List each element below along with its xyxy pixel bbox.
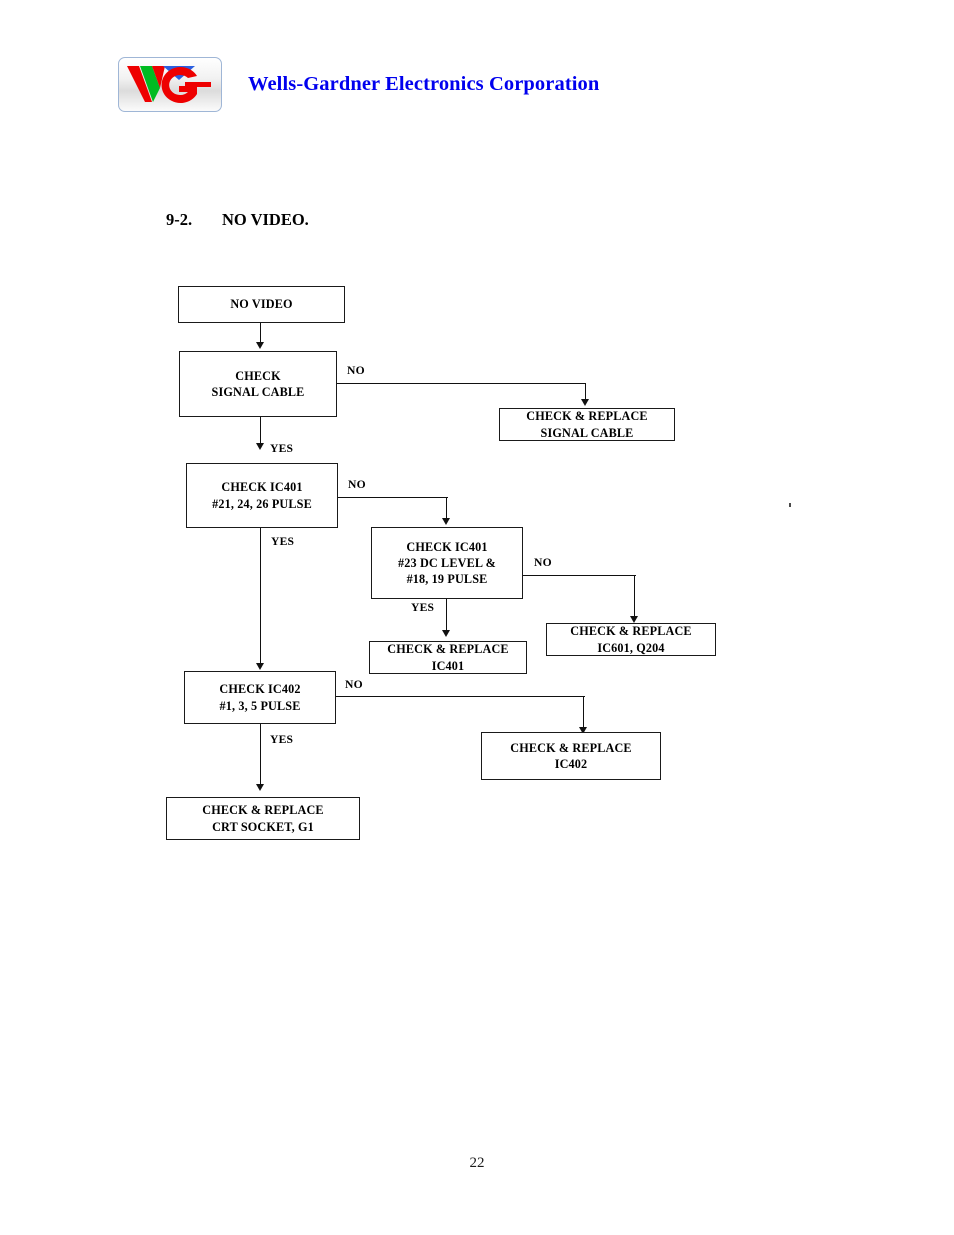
flow-node-replace-ic401-line-1: CHECK & REPLACE [387, 642, 509, 657]
flow-node-start: NO VIDEO [178, 286, 345, 323]
edge-label-check-cable-yes: YES [270, 442, 294, 455]
edge-ic401b-yes [446, 599, 448, 633]
edge-ic402-no-horizontal [336, 696, 585, 698]
edge-label-ic401b-yes: YES [411, 601, 435, 614]
arrowhead-replace-crt [256, 784, 264, 791]
edge-ic401b-no-vertical [634, 575, 636, 617]
flow-node-replace-cable: CHECK & REPLACE SIGNAL CABLE [499, 408, 675, 441]
flow-node-replace-ic601-line-2: IC601, Q204 [597, 640, 665, 655]
flow-node-replace-cable-line-2: SIGNAL CABLE [540, 425, 634, 440]
flow-node-check-ic401-b-line-3: #18, 19 PULSE [406, 572, 488, 587]
flow-node-check-ic401-b-line-1: CHECK IC401 [406, 539, 488, 554]
flow-node-replace-ic601: CHECK & REPLACE IC601, Q204 [546, 623, 716, 656]
arrowhead-check-ic401-a [256, 443, 264, 450]
flow-node-check-ic401-a-line-2: #21, 24, 26 PULSE [212, 496, 312, 511]
flow-node-start-line-1: NO VIDEO [230, 297, 293, 312]
flow-node-replace-ic402-line-2: IC402 [554, 757, 588, 771]
wells-gardner-logo [118, 57, 222, 112]
flow-node-check-ic402-line-2: #1, 3, 5 PULSE [219, 698, 301, 713]
flow-node-replace-crt: CHECK & REPLACE CRT SOCKET, G1 [166, 797, 360, 840]
edge-label-ic401a-yes: YES [271, 535, 295, 548]
flow-node-check-cable: CHECK SIGNAL CABLE [179, 351, 337, 417]
edge-ic401a-yes [260, 528, 262, 668]
scan-artifact-dot [789, 503, 791, 507]
edge-start-to-check-cable [260, 323, 262, 343]
edge-ic402-no-vertical [583, 696, 585, 728]
edge-label-ic402-no: NO [345, 678, 363, 691]
flow-node-replace-crt-line-2: CRT SOCKET, G1 [212, 819, 314, 834]
flow-node-replace-ic401: CHECK & REPLACE IC401 [369, 641, 527, 674]
flow-node-replace-crt-line-1: CHECK & REPLACE [202, 803, 324, 818]
flow-node-replace-cable-line-1: CHECK & REPLACE [526, 409, 648, 424]
flow-node-check-ic401-a-line-1: CHECK IC401 [221, 480, 303, 495]
arrowhead-replace-ic401 [442, 630, 450, 637]
flow-node-check-cable-line-1: CHECK [235, 368, 281, 383]
flow-node-replace-ic601-line-1: CHECK & REPLACE [570, 624, 692, 639]
edge-ic401b-no-horizontal [523, 575, 636, 577]
section-title: NO VIDEO. [222, 210, 309, 229]
flow-node-check-ic401-b: CHECK IC401 #23 DC LEVEL & #18, 19 PULSE [371, 527, 523, 599]
arrowhead-check-ic401-b [442, 518, 450, 525]
flow-node-check-ic402: CHECK IC402 #1, 3, 5 PULSE [184, 671, 336, 724]
arrowhead-check-ic402 [256, 663, 264, 670]
edge-ic401a-no-horizontal [338, 497, 448, 499]
section-number: 9-2. [166, 210, 193, 229]
flow-node-check-ic401-a: CHECK IC401 #21, 24, 26 PULSE [186, 463, 338, 528]
flow-node-check-ic401-b-line-2: #23 DC LEVEL & [398, 555, 496, 570]
flow-node-check-cable-line-2: SIGNAL CABLE [211, 385, 305, 399]
page-number: 22 [469, 1155, 485, 1171]
edge-ic401a-no-vertical [446, 497, 448, 519]
flow-node-replace-ic401-line-2: IC401 [431, 658, 465, 673]
flow-node-replace-ic402: CHECK & REPLACE IC402 [481, 732, 661, 780]
company-name: Wells-Gardner Electronics Corporation [248, 73, 600, 95]
edge-label-check-cable-no: NO [347, 364, 365, 377]
edge-ic402-yes [260, 724, 262, 786]
wg-monogram-icon [127, 66, 211, 103]
edge-check-cable-no-vertical [585, 383, 587, 400]
edge-label-ic401a-no: NO [348, 478, 366, 491]
edge-check-cable-no-horizontal [337, 383, 586, 385]
flow-node-check-ic402-line-1: CHECK IC402 [219, 682, 301, 697]
edge-label-ic402-yes: YES [270, 733, 294, 746]
document-header: Wells-Gardner Electronics Corporation [118, 57, 599, 112]
arrowhead-check-cable [256, 342, 264, 349]
document-page: Wells-Gardner Electronics Corporation 9-… [0, 0, 954, 1235]
arrowhead-replace-ic601 [630, 616, 638, 623]
flow-node-replace-ic402-line-1: CHECK & REPLACE [510, 740, 632, 755]
section-heading: 9-2. NO VIDEO. [166, 210, 309, 230]
edge-label-ic401b-no: NO [534, 556, 552, 569]
arrowhead-replace-cable [581, 399, 589, 406]
